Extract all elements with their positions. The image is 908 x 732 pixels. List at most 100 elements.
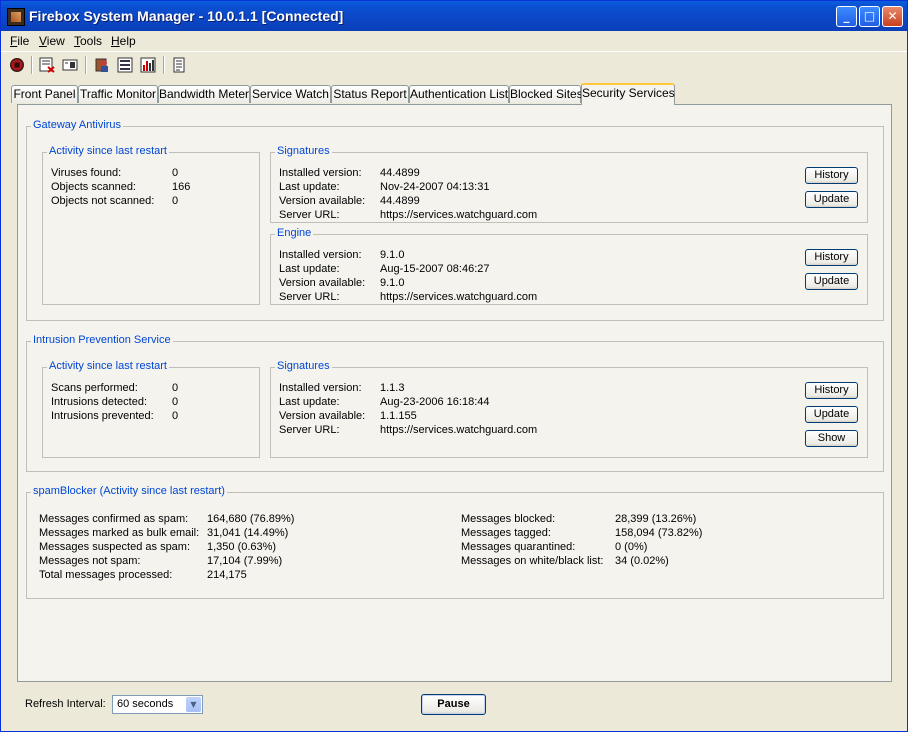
ips-sig-server-value: https://services.watchguard.com [380,424,538,436]
list-icon[interactable] [117,57,133,73]
objects-scanned-value: 166 [172,181,191,193]
intrusions-detected-value: 0 [172,396,179,408]
gav-engine-last-update-value: Aug-15-2007 08:46:27 [380,263,490,275]
document-icon[interactable] [171,57,187,73]
objects-not-scanned-label: Objects not scanned: [51,195,155,207]
gateway-antivirus-group: Gateway Antivirus Activity since last re… [26,119,884,321]
gav-activity-group: Activity since last restart Viruses foun… [42,145,260,305]
menu-file[interactable]: File [10,34,29,48]
gav-engine-installed-value: 9.1.0 [380,249,405,261]
tab-service-watch[interactable]: Service Watch [250,85,331,103]
chevron-down-icon[interactable]: ▼ [186,697,201,712]
report-icon[interactable] [39,57,55,73]
gav-engine-group: Engine Installed version: 9.1.0 Last upd… [270,227,868,305]
gav-sig-history-button[interactable]: History [805,167,858,184]
gav-engine-title: Engine [275,227,314,239]
ips-activity-title: Activity since last restart [47,360,169,372]
gav-sig-update-button[interactable]: Update [805,191,858,208]
gav-engine-last-update-label: Last update: [279,263,340,275]
ips-signatures-title: Signatures [275,360,332,372]
gav-engine-available-value: 9.1.0 [380,277,405,289]
gav-signatures-title: Signatures [275,145,332,157]
gav-sig-available-value: 44.4899 [380,195,420,207]
intrusions-prevented-label: Intrusions prevented: [51,410,154,422]
gav-sig-installed-label: Installed version: [279,167,362,179]
spam-whitelist-label: Messages on white/black list: [461,555,604,567]
ips-sig-available-value: 1.1.155 [380,410,417,422]
spam-bulk-value: 31,041 (14.49%) [207,527,289,539]
spam-confirmed-value: 164,680 (76.89%) [207,513,295,525]
app-icon [7,8,25,26]
spam-total-label: Total messages processed: [39,569,173,581]
ips-sig-history-button[interactable]: History [805,382,858,399]
ips-activity-group: Activity since last restart Scans perfor… [42,360,260,458]
objects-scanned-label: Objects scanned: [51,181,136,193]
spam-tagged-label: Messages tagged: [461,527,551,539]
gav-sig-server-label: Server URL: [279,209,340,221]
ips-sig-last-update-value: Aug-23-2006 16:18:44 [380,396,490,408]
window-title: Firebox System Manager - 10.0.1.1 [Conne… [29,8,344,24]
spam-bulk-label: Messages marked as bulk email: [39,527,200,539]
toolbar [1,51,907,78]
scans-performed-value: 0 [172,382,179,394]
tab-traffic-monitor[interactable]: Traffic Monitor [78,85,158,103]
scans-performed-label: Scans performed: [51,382,138,394]
ips-sig-available-label: Version available: [279,410,366,422]
ips-signatures-group: Signatures Installed version: 1.1.3 Last… [270,360,868,458]
gav-signatures-group: Signatures Installed version: 44.4899 La… [270,145,868,223]
close-button[interactable]: ✕ [882,6,903,27]
tab-bandwidth-meter[interactable]: Bandwidth Meter [158,85,250,103]
ips-sig-installed-value: 1.1.3 [380,382,405,394]
ips-sig-show-button[interactable]: Show [805,430,858,447]
user-icon[interactable] [94,57,110,73]
main-window: Firebox System Manager - 10.0.1.1 [Conne… [0,0,908,732]
tab-authentication-list[interactable]: Authentication List [409,85,509,103]
ips-sig-installed-label: Installed version: [279,382,362,394]
spam-suspected-value: 1,350 (0.63%) [207,541,277,553]
stop-icon[interactable] [9,57,25,73]
gav-sig-last-update-label: Last update: [279,181,340,193]
spam-whitelist-value: 34 (0.02%) [615,555,669,567]
chart-icon[interactable] [140,57,156,73]
spamblocker-group: spamBlocker (Activity since last restart… [26,485,884,599]
security-services-panel: Gateway Antivirus Activity since last re… [17,104,892,682]
spam-total-value: 214,175 [207,569,247,581]
gav-engine-server-label: Server URL: [279,291,340,303]
title-bar[interactable]: Firebox System Manager - 10.0.1.1 [Conne… [1,1,907,31]
minimize-button[interactable]: _ [836,6,857,27]
tab-blocked-sites[interactable]: Blocked Sites [509,85,583,103]
spam-not-spam-label: Messages not spam: [39,555,141,567]
gav-engine-history-button[interactable]: History [805,249,858,266]
menu-tools[interactable]: Tools [74,34,102,48]
gateway-antivirus-title: Gateway Antivirus [31,119,124,131]
gav-engine-update-button[interactable]: Update [805,273,858,290]
refresh-interval-value: 60 seconds [117,698,174,710]
display-icon[interactable] [62,57,78,73]
spam-suspected-label: Messages suspected as spam: [39,541,191,553]
tab-front-panel[interactable]: Front Panel [11,85,78,103]
ips-group: Intrusion Prevention Service Activity si… [26,334,884,472]
intrusions-prevented-value: 0 [172,410,179,422]
menu-help[interactable]: Help [111,34,136,48]
gav-sig-server-value: https://services.watchguard.com [380,209,538,221]
tab-security-services[interactable]: Security Services [581,83,675,105]
objects-not-scanned-value: 0 [172,195,179,207]
menu-bar: File View Tools Help [1,31,907,51]
viruses-found-label: Viruses found: [51,167,122,179]
gav-engine-available-label: Version available: [279,277,366,289]
gav-sig-last-update-value: Nov-24-2007 04:13:31 [380,181,490,193]
gav-sig-available-label: Version available: [279,195,366,207]
spamblocker-title: spamBlocker (Activity since last restart… [31,485,227,497]
gav-activity-title: Activity since last restart [47,145,169,157]
menu-view[interactable]: View [39,34,65,48]
refresh-interval-select[interactable]: 60 seconds ▼ [112,695,203,714]
spam-tagged-value: 158,094 (73.82%) [615,527,703,539]
spam-not-spam-value: 17,104 (7.99%) [207,555,283,567]
ips-sig-update-button[interactable]: Update [805,406,858,423]
maximize-button[interactable]: □ [859,6,880,27]
ips-title: Intrusion Prevention Service [31,334,173,346]
tab-status-report[interactable]: Status Report [331,85,409,103]
pause-button[interactable]: Pause [421,694,486,715]
spam-quarantined-label: Messages quarantined: [461,541,576,553]
spam-quarantined-value: 0 (0%) [615,541,648,553]
